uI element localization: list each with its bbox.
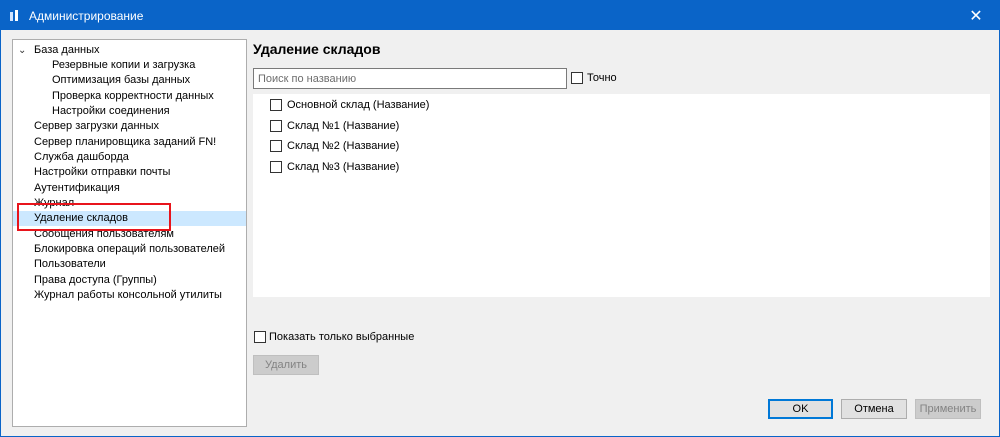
tree-item-label: Сервер планировщика заданий FN!	[34, 136, 217, 148]
tree-item-label: Пользователи	[34, 258, 106, 270]
tree-item-console-utility-log[interactable]: Журнал работы консольной утилиты	[13, 288, 246, 303]
tree-item-connection-settings[interactable]: Настройки соединения	[13, 104, 246, 119]
tree-item-scheduler-server[interactable]: Сервер планировщика заданий FN!	[13, 135, 246, 150]
tree-item-label: Аутентификация	[34, 182, 120, 194]
warehouse-label: Склад №3 (Название)	[287, 161, 400, 173]
show-selected-only-checkbox[interactable]	[254, 331, 266, 343]
tree-item-dashboard-service[interactable]: Служба дашборда	[13, 150, 246, 165]
warehouse-list: Основной склад (Название) Склад №1 (Назв…	[253, 94, 990, 297]
tree-item-label: Блокировка операций пользователей	[34, 243, 226, 255]
tree-item-access-rights[interactable]: Права доступа (Группы)	[13, 273, 246, 288]
warehouse-checkbox[interactable]	[270, 140, 282, 152]
tree-item-user-messages[interactable]: Сообщения пользователям	[13, 227, 246, 242]
administration-window: Администрирование ✕ ⌄ База данных Резерв…	[0, 0, 1000, 437]
cancel-button[interactable]: Отмена	[841, 399, 907, 419]
exact-match-label: Точно	[587, 72, 617, 84]
exact-match-checkbox[interactable]	[571, 72, 583, 84]
tree-item-journal[interactable]: Журнал	[13, 196, 246, 211]
close-button[interactable]: ✕	[953, 1, 999, 30]
tree-item-label: Удаление складов	[34, 212, 128, 224]
warehouse-checkbox[interactable]	[270, 99, 282, 111]
tree-item-authentication[interactable]: Аутентификация	[13, 181, 246, 196]
warehouse-label: Склад №1 (Название)	[287, 120, 400, 132]
tree-item-label: Служба дашборда	[34, 151, 129, 163]
warehouse-label: Основной склад (Название)	[287, 99, 430, 111]
tree-item-label: Журнал работы консольной утилиты	[34, 289, 222, 301]
chevron-down-icon[interactable]: ⌄	[18, 43, 26, 58]
close-icon: ✕	[969, 7, 983, 25]
tree-item-label: База данных	[34, 44, 100, 56]
tree-item-label: Сообщения пользователям	[34, 228, 174, 240]
window-title: Администрирование	[29, 9, 144, 23]
page-title: Удаление складов	[253, 41, 381, 57]
settings-tree[interactable]: ⌄ База данных Резервные копии и загрузка…	[12, 39, 247, 427]
tree-item-label: Проверка корректности данных	[52, 90, 214, 102]
tree-item-label: Настройки соединения	[52, 105, 170, 117]
tree-item-backups[interactable]: Резервные копии и загрузка	[13, 58, 246, 73]
delete-button[interactable]: Удалить	[253, 355, 319, 375]
tree-item-label: Права доступа (Группы)	[34, 274, 157, 286]
tree-item-user-operation-lock[interactable]: Блокировка операций пользователей	[13, 242, 246, 257]
app-logo-icon	[10, 10, 18, 21]
tree-item-label: Журнал	[34, 197, 75, 209]
ok-button[interactable]: OK	[768, 399, 833, 419]
tree-item-users[interactable]: Пользователи	[13, 257, 246, 272]
show-selected-only-label: Показать только выбранные	[269, 331, 415, 343]
tree-item-database[interactable]: ⌄ База данных	[13, 43, 246, 58]
title-bar[interactable]: Администрирование ✕	[1, 1, 999, 30]
tree-item-db-optimization[interactable]: Оптимизация базы данных	[13, 73, 246, 88]
warehouse-checkbox[interactable]	[270, 120, 282, 132]
tree-item-label: Оптимизация базы данных	[52, 74, 191, 86]
warehouse-label: Склад №2 (Название)	[287, 140, 400, 152]
warehouse-checkbox[interactable]	[270, 161, 282, 173]
tree-item-mail-settings[interactable]: Настройки отправки почты	[13, 165, 246, 180]
tree-item-delete-warehouses[interactable]: Удаление складов	[13, 211, 246, 226]
tree-item-data-load-server[interactable]: Сервер загрузки данных	[13, 119, 246, 134]
tree-item-label: Резервные копии и загрузка	[52, 59, 196, 71]
apply-button[interactable]: Применить	[915, 399, 981, 419]
tree-item-label: Сервер загрузки данных	[34, 120, 160, 132]
tree-item-label: Настройки отправки почты	[34, 166, 171, 178]
tree-item-data-check[interactable]: Проверка корректности данных	[13, 89, 246, 104]
search-input[interactable]	[253, 68, 567, 89]
